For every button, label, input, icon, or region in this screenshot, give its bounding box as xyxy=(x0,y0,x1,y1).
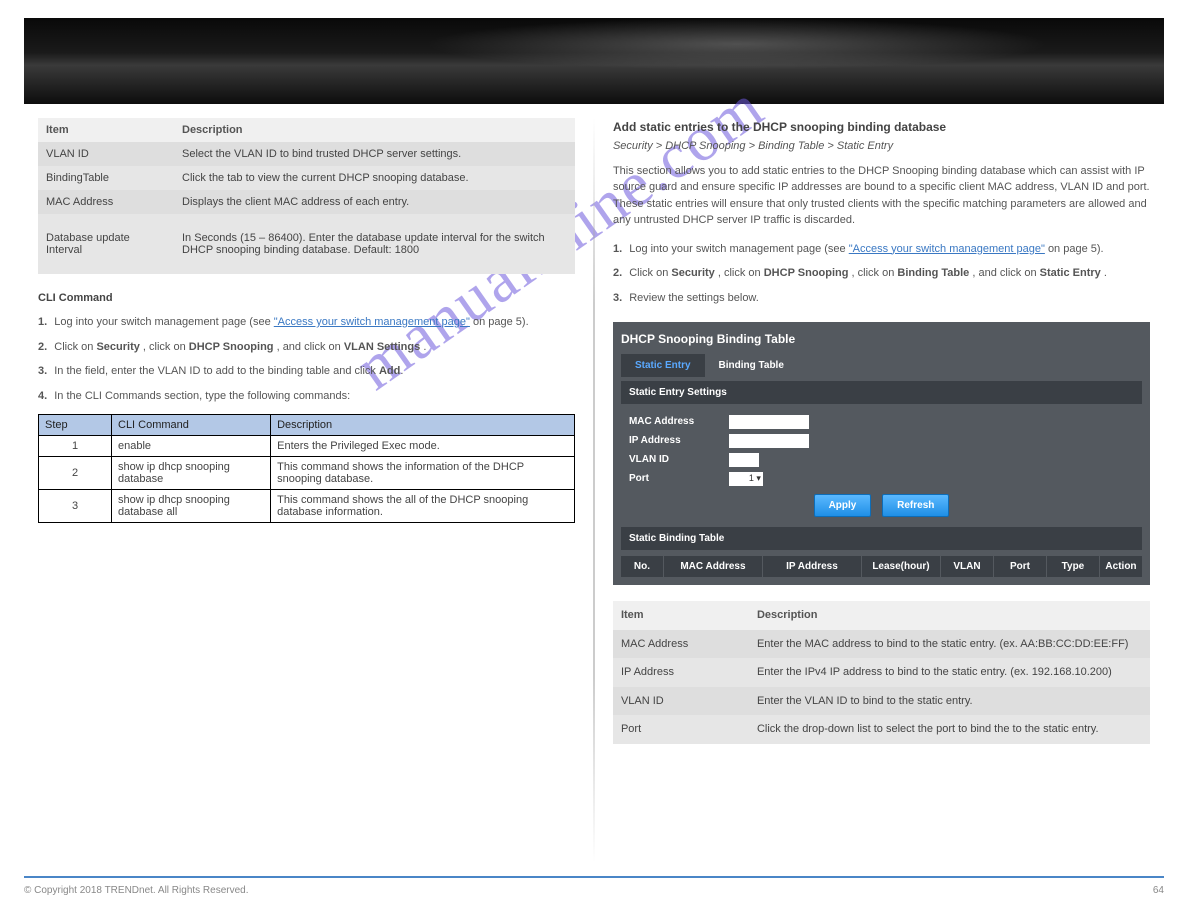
grid-head-step: Step xyxy=(39,415,112,436)
figure-table-header: No. MAC Address IP Address Lease(hour) V… xyxy=(621,556,1142,577)
panel-static-binding-table: Static Binding Table xyxy=(621,527,1142,550)
figure-dhcp-snooping: DHCP Snooping Binding Table Static Entry… xyxy=(613,322,1150,585)
input-mac-address[interactable] xyxy=(729,415,809,429)
kv-key-2: MAC Address xyxy=(38,190,174,214)
grid-desc-1: This command shows the information of th… xyxy=(271,457,575,490)
panel-static-entry-settings: Static Entry Settings xyxy=(621,381,1142,404)
right-column: Add static entries to the DHCP snooping … xyxy=(599,118,1164,863)
rkv-key-2: VLAN ID xyxy=(613,687,749,716)
rkv-head-item: Item xyxy=(613,601,749,630)
grid-cmd-1: show ip dhcp snooping database xyxy=(112,457,271,490)
kv-head-item: Item xyxy=(38,118,174,142)
grid-head-cmd: CLI Command xyxy=(112,415,271,436)
left-column: Item Description VLAN ID Select the VLAN… xyxy=(24,118,589,863)
rkv-key-1: IP Address xyxy=(613,658,749,687)
rkv-key-0: MAC Address xyxy=(613,630,749,659)
field-label-port: Port xyxy=(629,471,729,486)
right-step-3: 3. Review the settings below. xyxy=(613,290,1150,307)
right-kv-table: Item Description MAC Address Enter the M… xyxy=(613,601,1150,744)
kv-key-1: BindingTable xyxy=(38,166,174,190)
kv-key-0: VLAN ID xyxy=(38,142,174,166)
right-heading-2: Security > DHCP Snooping > Binding Table… xyxy=(613,138,1150,155)
rkv-key-3: Port xyxy=(613,715,749,744)
rkv-val-0: Enter the MAC address to bind to the sta… xyxy=(749,630,1150,659)
input-ip-address[interactable] xyxy=(729,434,809,448)
rkv-val-1: Enter the IPv4 IP address to bind to the… xyxy=(749,658,1150,687)
kv-val-2: Displays the client MAC address of each … xyxy=(174,190,575,214)
page-banner xyxy=(24,18,1164,104)
figure-title: DHCP Snooping Binding Table xyxy=(621,330,1142,348)
footer-page-number: 64 xyxy=(1153,885,1164,896)
left-step-2: 2. Click on Security , click on DHCP Sno… xyxy=(38,339,575,356)
grid-cmd-0: enable xyxy=(112,436,271,457)
refresh-button[interactable]: Refresh xyxy=(882,494,949,517)
grid-step-2: 3 xyxy=(39,490,112,523)
grid-desc-2: This command shows the all of the DHCP s… xyxy=(271,490,575,523)
field-label-ip: IP Address xyxy=(629,433,729,448)
cli-grid-table: Step CLI Command Description 1 enable En… xyxy=(38,414,575,523)
rkv-head-desc: Description xyxy=(749,601,1150,630)
banner-shine xyxy=(423,18,1050,70)
kv-head-desc: Description xyxy=(174,118,575,142)
right-step-2: 2. Click on Security , click on DHCP Sno… xyxy=(613,265,1150,282)
footer-copyright: © Copyright 2018 TRENDnet. All Rights Re… xyxy=(24,885,249,896)
apply-button[interactable]: Apply xyxy=(814,494,872,517)
grid-head-desc: Description xyxy=(271,415,575,436)
rkv-val-3: Click the drop-down list to select the p… xyxy=(749,715,1150,744)
kv-key-3: Database update Interval xyxy=(38,214,174,274)
link-access-mgmt[interactable]: "Access your switch management page" xyxy=(274,316,470,328)
tab-binding-table[interactable]: Binding Table xyxy=(705,354,798,377)
link-access-mgmt-right[interactable]: "Access your switch management page" xyxy=(849,243,1045,255)
grid-step-0: 1 xyxy=(39,436,112,457)
kv-val-1: Click the tab to view the current DHCP s… xyxy=(174,166,575,190)
kv-val-0: Select the VLAN ID to bind trusted DHCP … xyxy=(174,142,575,166)
right-heading-1: Add static entries to the DHCP snooping … xyxy=(613,118,1150,136)
field-label-vlan: VLAN ID xyxy=(629,452,729,467)
left-step-3: 3. In the field, enter the VLAN ID to ad… xyxy=(38,363,575,380)
cli-section-title: CLI Command xyxy=(38,292,575,304)
select-port[interactable]: 1 ▾ xyxy=(729,472,763,486)
grid-cmd-2: show ip dhcp snooping database all xyxy=(112,490,271,523)
grid-step-1: 2 xyxy=(39,457,112,490)
field-label-mac: MAC Address xyxy=(629,414,729,429)
right-paragraph: This section allows you to add static en… xyxy=(613,163,1150,229)
rkv-val-2: Enter the VLAN ID to bind to the static … xyxy=(749,687,1150,716)
left-step-1: 1. Log into your switch management page … xyxy=(38,314,575,331)
right-step-1: 1. Log into your switch management page … xyxy=(613,241,1150,258)
tab-static-entry[interactable]: Static Entry xyxy=(621,354,705,377)
kv-val-3: In Seconds (15 – 86400). Enter the datab… xyxy=(174,214,575,274)
column-divider xyxy=(593,118,595,863)
input-vlan-id[interactable] xyxy=(729,453,759,467)
left-step-4: 4. In the CLI Commands section, type the… xyxy=(38,388,575,405)
left-kv-table: Item Description VLAN ID Select the VLAN… xyxy=(38,118,575,274)
grid-desc-0: Enters the Privileged Exec mode. xyxy=(271,436,575,457)
footer-divider xyxy=(24,876,1164,878)
